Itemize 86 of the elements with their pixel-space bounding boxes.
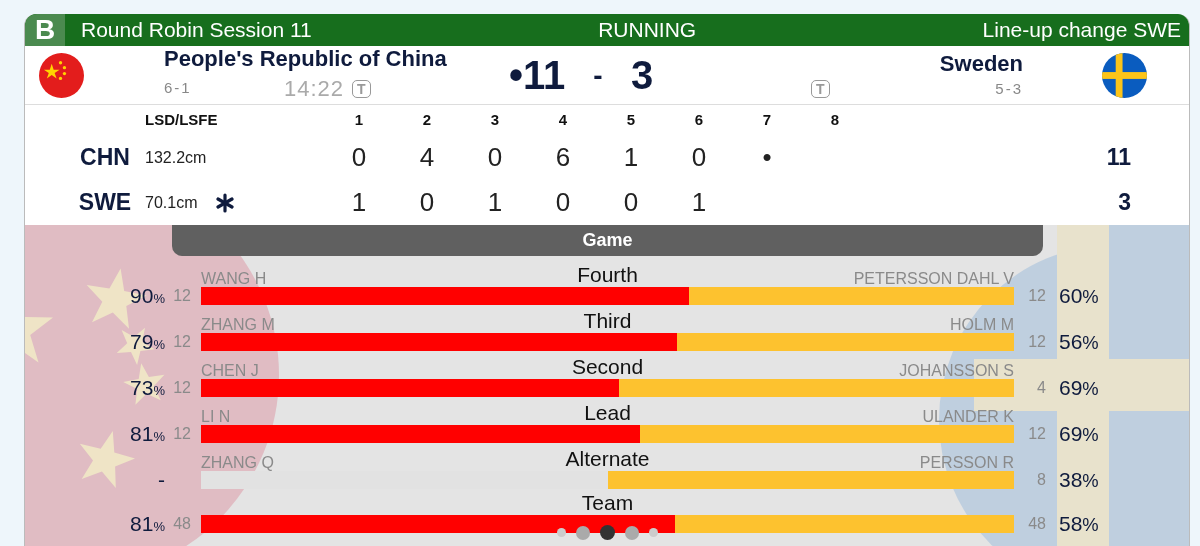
team-name: Sweden (939, 50, 1023, 76)
timeout-badge: T (352, 79, 371, 98)
shot-percentage: 56% (1059, 330, 1099, 353)
match-status: RUNNING (598, 18, 697, 42)
end-number: 7 (762, 111, 772, 128)
shot-count: 8 (1037, 471, 1046, 488)
end-score: 6 (555, 142, 571, 172)
shot-percentage: 60% (1059, 284, 1099, 307)
end-score: 1 (691, 187, 707, 217)
session-title: Round Robin Session 11 (81, 17, 312, 44)
shot-count: 12 (173, 425, 191, 442)
end-score: 0 (623, 187, 639, 217)
flag-icon (1102, 53, 1147, 98)
shot-count: 12 (1028, 425, 1046, 442)
position-label: Lead (584, 399, 631, 426)
team-record: 5-3 (995, 78, 1023, 99)
lsd-value: 70.1cm (145, 193, 198, 211)
position-label: Fourth (577, 261, 638, 288)
lineup-notice: Line-up change SWE (982, 17, 1181, 44)
end-score: • (762, 142, 772, 172)
end-number: 4 (558, 111, 568, 128)
team-score: 3 (631, 53, 654, 97)
position-label: Second (571, 353, 644, 380)
end-number: 1 (354, 111, 364, 128)
flag-icon (39, 53, 84, 98)
shot-percentage: 69% (1059, 422, 1099, 445)
end-score: 4 (419, 142, 435, 172)
page-dot[interactable] (648, 528, 658, 537)
player-name: ULANDER K (922, 408, 1014, 425)
shot-percentage: 58% (1059, 512, 1099, 535)
end-number: 6 (694, 111, 704, 128)
team-abbreviation: CHN (80, 144, 130, 171)
team-score: •11 (509, 53, 566, 97)
court-badge: B (25, 14, 65, 46)
shot-percentage: 79% (130, 330, 165, 353)
column-header: LSD/LSFE (145, 111, 218, 128)
time-remaining: 14:22 (284, 75, 345, 103)
shot-percentage: 38% (1059, 468, 1099, 491)
shot-percentage: 90% (130, 284, 165, 307)
end-number: 3 (490, 111, 500, 128)
player-name: LI N (201, 408, 231, 425)
player-name: PERSSON R (919, 454, 1014, 471)
end-score: 0 (691, 142, 707, 172)
end-score: 1 (623, 142, 639, 172)
timeout-badge: T (811, 80, 830, 98)
end-score: 0 (419, 187, 435, 217)
shot-count: 12 (1028, 287, 1046, 304)
end-score: 0 (487, 142, 503, 172)
end-score: 0 (555, 187, 571, 217)
shot-percentage: 81% (130, 422, 165, 445)
shot-count: 48 (1028, 515, 1046, 532)
shot-percentage: 69% (1059, 376, 1099, 399)
lsd-value: 132.2cm (145, 148, 207, 166)
total-score: 11 (1106, 144, 1131, 171)
player-name: HOLM M (950, 316, 1014, 333)
shot-count: 12 (173, 379, 191, 396)
player-name: WANG H (201, 270, 267, 287)
shot-percentage: 81% (130, 512, 165, 535)
shot-count: 12 (173, 287, 191, 304)
position-label: Third (583, 307, 632, 334)
position-label: Alternate (565, 445, 650, 472)
player-name: ZHANG M (201, 316, 275, 333)
end-number: 5 (626, 111, 636, 128)
position-label: Team (581, 489, 634, 516)
end-score: 1 (351, 187, 367, 217)
shot-percentage: - (158, 468, 165, 491)
total-score: 3 (1118, 189, 1131, 216)
section-tab[interactable]: Game (172, 225, 1043, 256)
player-name: CHEN J (201, 362, 259, 379)
team-name: People's Republic of China (164, 46, 448, 72)
score-separator: - (593, 59, 603, 91)
player-name: PETERSSON DAHL V (853, 270, 1014, 287)
end-number: 2 (422, 111, 432, 128)
team-record: 6-1 (164, 78, 193, 99)
shot-count: 4 (1037, 379, 1046, 396)
shot-count: 48 (173, 515, 191, 532)
player-name: ZHANG Q (201, 454, 274, 471)
shot-percentage: 73% (130, 376, 165, 399)
shot-count: 12 (173, 333, 191, 350)
end-number: 8 (830, 111, 840, 128)
shot-count: 12 (1028, 333, 1046, 350)
end-score: 1 (487, 187, 503, 217)
player-name: JOHANSSON S (899, 362, 1014, 379)
team-abbreviation: SWE (78, 189, 132, 216)
page-dot[interactable] (556, 528, 566, 537)
end-score: 0 (351, 142, 367, 172)
